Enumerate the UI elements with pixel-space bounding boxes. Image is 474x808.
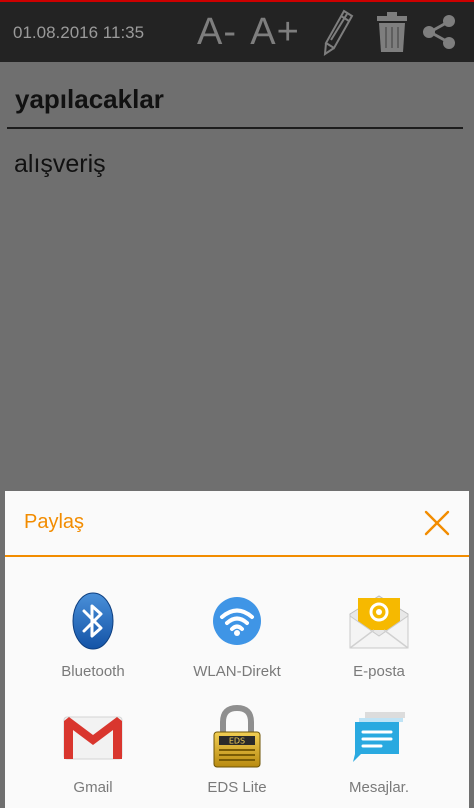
share-app-label: Bluetooth: [61, 663, 125, 680]
wifi-direct-icon: [205, 589, 269, 653]
delete-button[interactable]: [372, 2, 412, 62]
share-app-e-posta[interactable]: E-posta: [304, 589, 454, 689]
email-icon: [347, 589, 411, 653]
note-body[interactable]: alışveriş: [14, 150, 106, 179]
top-toolbar: 01.08.2016 11:35 A- A+: [0, 0, 474, 62]
messages-icon: [347, 705, 411, 769]
bluetooth-icon: [61, 589, 125, 653]
share-app-mesajlar[interactable]: Mesajlar.: [304, 705, 454, 805]
note-title[interactable]: yapılacaklar: [15, 84, 164, 115]
share-sheet-title: Paylaş: [24, 511, 85, 533]
eds-lite-icon: EDS: [205, 705, 269, 769]
share-sheet-divider: [5, 555, 469, 557]
share-app-wlan-direkt[interactable]: WLAN-Direkt: [162, 589, 312, 689]
gmail-icon: [61, 705, 125, 769]
pencil-icon: [323, 9, 354, 56]
share-app-label: E-posta: [353, 663, 405, 680]
share-app-label: WLAN-Direkt: [193, 663, 281, 680]
share-app-label: Mesajlar.: [348, 779, 410, 796]
note-datetime: 01.08.2016 11:35: [13, 23, 145, 42]
close-button[interactable]: [423, 509, 451, 537]
title-divider: [7, 127, 463, 129]
share-button[interactable]: [418, 2, 460, 62]
font-decrease-button[interactable]: A-: [192, 2, 242, 62]
share-app-bluetooth[interactable]: Bluetooth: [18, 589, 168, 689]
share-icon: [423, 15, 455, 49]
share-app-label: EDS Lite: [207, 779, 267, 796]
font-increase-button[interactable]: A+: [244, 2, 306, 62]
close-icon: [424, 510, 450, 536]
share-sheet-header: Paylaş: [5, 491, 469, 555]
share-app-label: Gmail: [73, 779, 113, 796]
share-app-gmail[interactable]: Gmail: [18, 705, 168, 805]
trash-icon: [377, 12, 407, 52]
edit-button[interactable]: [316, 2, 360, 62]
svg-text:EDS: EDS: [229, 737, 245, 746]
share-app-eds-lite[interactable]: EDS EDS Lite: [162, 705, 312, 805]
